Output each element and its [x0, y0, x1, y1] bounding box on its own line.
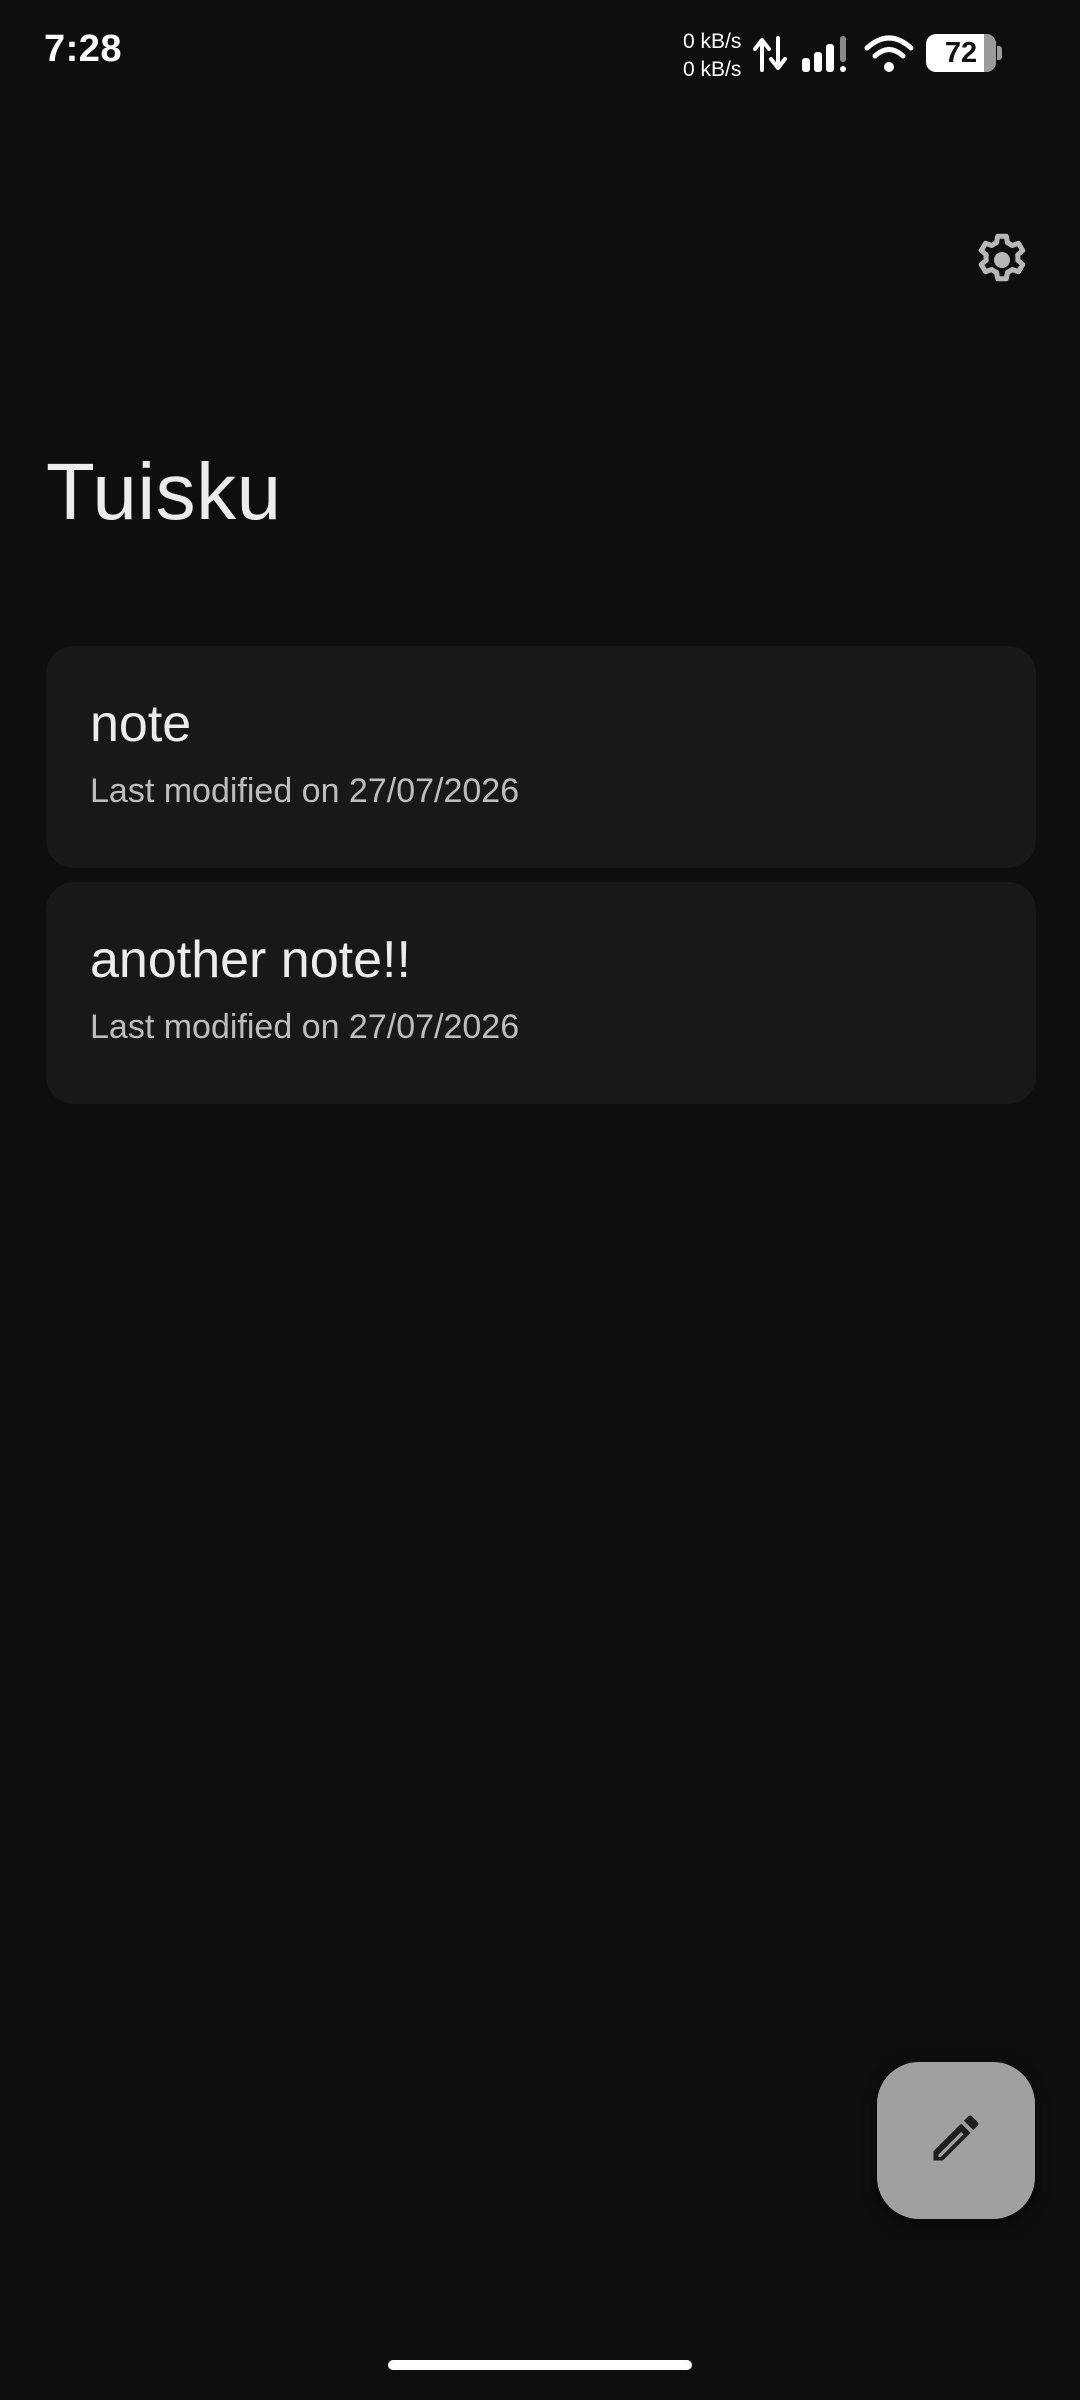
network-speed-down: 0 kB/s — [683, 58, 742, 81]
settings-button[interactable] — [964, 224, 1040, 300]
battery-icon: 72 — [926, 34, 1002, 72]
note-title: note — [90, 695, 192, 753]
pencil-icon — [926, 2108, 986, 2173]
status-clock: 7:28 — [44, 28, 123, 70]
network-speed-up: 0 kB/s — [683, 30, 742, 53]
gear-icon — [972, 230, 1032, 295]
note-list: note Last modified on 27/07/2026 another… — [46, 646, 1036, 1118]
note-last-modified: Last modified on 27/07/2026 — [90, 772, 520, 810]
battery-level: 72 — [944, 37, 978, 69]
note-card[interactable]: another note!! Last modified on 27/07/20… — [46, 882, 1036, 1104]
note-title: another note!! — [90, 931, 411, 989]
signal-icon — [800, 34, 854, 79]
wifi-icon — [864, 34, 914, 79]
new-note-button[interactable] — [877, 2062, 1035, 2219]
app-title: Tuisku — [46, 447, 282, 536]
data-transfer-icon — [752, 34, 788, 79]
network-speed: 0 kB/s 0 kB/s — [683, 28, 753, 84]
home-indicator[interactable] — [388, 2360, 692, 2370]
note-last-modified: Last modified on 27/07/2026 — [90, 1008, 520, 1046]
note-card[interactable]: note Last modified on 27/07/2026 — [46, 646, 1036, 868]
status-bar: 7:28 0 kB/s 0 kB/s 72 — [0, 0, 1080, 104]
